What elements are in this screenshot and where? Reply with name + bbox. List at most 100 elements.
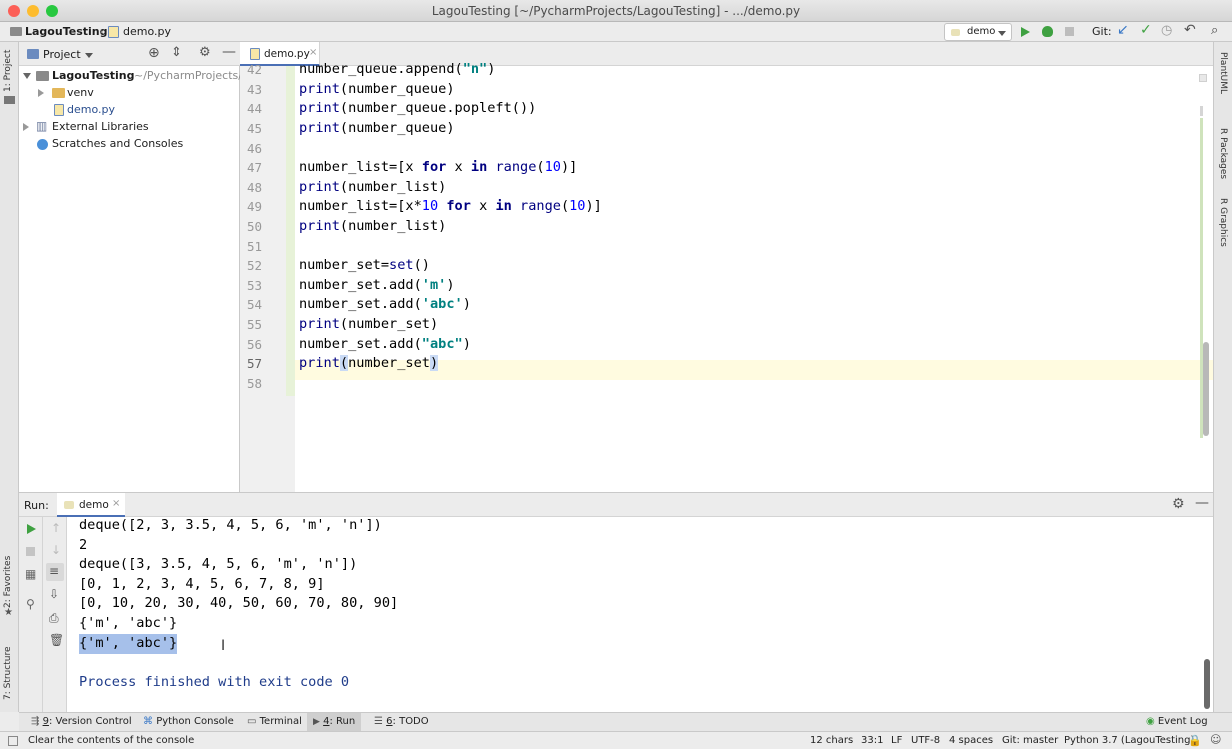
version-control-icon: ⇶: [31, 716, 40, 727]
code-line: number_set=set(): [299, 257, 430, 273]
r-packages-tool-tab[interactable]: R Packages: [1218, 128, 1228, 188]
project-tab-icon: [4, 96, 15, 104]
rerun-icon[interactable]: [27, 524, 36, 534]
stop-icon[interactable]: [26, 547, 35, 556]
file-encoding[interactable]: UTF-8: [911, 735, 940, 746]
tree-item-project-root[interactable]: LagouTesting ~/PycharmProjects/L: [19, 68, 248, 85]
run-config-label: demo: [967, 26, 996, 37]
project-tool-tab[interactable]: 1: Project: [3, 50, 13, 92]
down-arrow-icon[interactable]: ↓: [51, 543, 61, 557]
python-config-icon: [951, 29, 960, 36]
tool-tab-terminal[interactable]: ▭ Terminal: [247, 716, 302, 727]
tree-item-scratches[interactable]: Scratches and Consoles: [19, 136, 240, 153]
close-tab-icon[interactable]: ×: [309, 47, 317, 58]
console-output[interactable]: deque([2, 3, 3.5, 4, 5, 6, 'm', 'n']) 2 …: [67, 517, 1213, 713]
run-config-selector[interactable]: demo: [944, 23, 1012, 41]
editor-scrollbar-thumb[interactable]: [1203, 342, 1209, 436]
line-number: 42: [246, 62, 262, 77]
tree-item-external-libraries[interactable]: ▥ External Libraries: [19, 119, 240, 136]
project-view-selector[interactable]: Project: [43, 48, 81, 61]
scroll-to-end-icon[interactable]: ⇩: [49, 587, 59, 601]
chevron-down-icon: [85, 53, 93, 58]
tool-tab-run[interactable]: ▶ 4: Run: [307, 713, 362, 731]
plantuml-tool-tab[interactable]: PlantUML: [1218, 52, 1228, 110]
tree-item-label: Scratches and Consoles: [52, 137, 184, 150]
r-graphics-tool-tab[interactable]: R Graphics: [1218, 198, 1228, 248]
debug-icon[interactable]: [1042, 26, 1053, 37]
close-tab-icon[interactable]: ×: [112, 498, 120, 509]
tool-tab-version-control[interactable]: ⇶ 9: Version Control: [31, 716, 132, 727]
layout-icon[interactable]: ▦: [25, 567, 36, 581]
soft-wrap-button[interactable]: ≡: [46, 563, 64, 581]
code-line: number_set.add("abc"): [299, 336, 471, 352]
gear-icon[interactable]: ⚙: [1172, 496, 1185, 512]
python-interpreter[interactable]: Python 3.7 (LagouTesting): [1064, 735, 1194, 746]
tab-label: demo.py: [264, 48, 310, 60]
status-bar: Clear the contents of the console 12 cha…: [0, 731, 1232, 749]
run-toolbar-primary: ▦ ⚲: [19, 517, 43, 713]
indent-setting[interactable]: 4 spaces: [949, 735, 993, 746]
tool-tab-label: : Run: [329, 716, 356, 727]
collapse-all-icon[interactable]: ⇕: [171, 45, 182, 60]
line-separator[interactable]: LF: [891, 735, 902, 746]
history-icon[interactable]: ◷: [1161, 23, 1172, 38]
tool-tab-label: : TODO: [392, 716, 429, 727]
window-title: LagouTesting [~/PycharmProjects/LagouTes…: [431, 4, 801, 18]
up-arrow-icon[interactable]: ↑: [51, 521, 61, 535]
git-branch[interactable]: Git: master: [1002, 735, 1058, 746]
git-commit-icon[interactable]: ✓: [1140, 22, 1152, 38]
hide-panel-icon[interactable]: —: [222, 44, 236, 60]
tree-item-label: LagouTesting: [52, 69, 135, 82]
hide-panel-icon[interactable]: —: [1195, 495, 1209, 511]
search-icon[interactable]: ⌕: [1211, 23, 1218, 38]
breadcrumb-file[interactable]: demo.py: [123, 25, 171, 38]
tab-run-demo[interactable]: demo ×: [57, 493, 125, 517]
tool-tab-todo[interactable]: ☰ 6: TODO: [374, 716, 429, 727]
print-icon[interactable]: ⎙: [49, 611, 59, 626]
breadcrumb-project[interactable]: LagouTesting: [25, 25, 107, 38]
run-panel: Run: demo × ⚙ — ▦ ⚲ ↑ ↓ ≡ ⇩ ⎙ 🗑 deque([2…: [19, 492, 1213, 713]
star-icon: ★: [4, 607, 13, 618]
console-scrollbar-thumb[interactable]: [1204, 659, 1210, 709]
tool-windows-toggle-icon[interactable]: [8, 736, 18, 746]
trash-icon[interactable]: 🗑: [49, 633, 64, 647]
tree-item-label: demo.py: [67, 103, 115, 116]
revert-icon[interactable]: ↶: [1184, 22, 1196, 38]
run-toolbar-secondary: ↑ ↓ ≡ ⇩ ⎙ 🗑: [43, 517, 67, 713]
run-icon[interactable]: [1021, 27, 1030, 37]
python-console-icon: ⌘: [143, 716, 153, 727]
inspector-icon[interactable]: ☺: [1210, 733, 1221, 746]
line-number: 58: [246, 376, 262, 391]
gear-icon[interactable]: ⚙: [199, 45, 211, 60]
event-log-button[interactable]: ◉ Event Log: [1146, 716, 1208, 727]
locate-file-icon[interactable]: ⊕: [148, 45, 160, 61]
git-update-icon[interactable]: ↙: [1117, 22, 1129, 38]
stop-icon[interactable]: [1065, 27, 1074, 36]
console-line: 2: [79, 537, 88, 553]
line-number-gutter: 42 43 44 45 46 47 48 49 50 51 52 53 54 55 56 57 58: [240, 62, 295, 492]
folder-icon: [10, 27, 22, 36]
structure-tool-tab[interactable]: 7: Structure: [3, 638, 13, 701]
tree-item-demo-py[interactable]: demo.py: [19, 102, 240, 119]
project-view-icon: [27, 49, 39, 59]
favorites-tool-tab[interactable]: 2: Favorites: [3, 552, 13, 608]
library-icon: ▥: [36, 119, 48, 133]
code-line: print(number_list): [299, 179, 447, 195]
console-exit-message: Process finished with exit code 0: [79, 674, 350, 690]
tree-item-venv[interactable]: venv: [19, 85, 240, 102]
lock-icon[interactable]: 🔒: [1188, 734, 1202, 747]
tool-window-bar: ⇶ 9: Version Control ⌘ Python Console ▭ …: [19, 712, 1232, 731]
editor-panel: demo.py × 42 43 44 45 46 47 48 49 50 51 52 53 54 55 56…: [240, 42, 1213, 492]
caret-position[interactable]: 33:1: [861, 735, 883, 746]
code-line: number_set.add('abc'): [299, 296, 471, 312]
tool-tab-python-console[interactable]: ⌘ Python Console: [143, 716, 234, 727]
run-icon: ▶: [313, 717, 320, 727]
line-number: 55: [246, 317, 262, 332]
left-tool-strip: 1: Project 2: Favorites ★ 7: Structure: [0, 42, 19, 712]
code-area[interactable]: number_queue.append("n") print(number_qu…: [295, 61, 1213, 492]
scroll-marker: [1200, 106, 1203, 116]
pin-icon[interactable]: ⚲: [26, 597, 35, 611]
line-number: 45: [246, 121, 262, 136]
python-file-icon: [54, 104, 64, 116]
project-panel-header: Project ⊕ ⇕ ⚙ —: [19, 42, 240, 66]
